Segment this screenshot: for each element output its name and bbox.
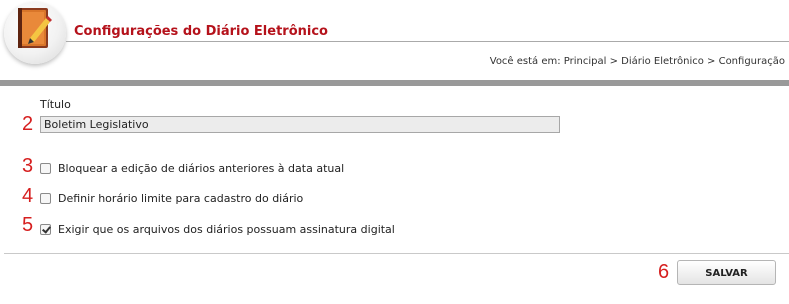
page-title: Configurações do Diário Eletrônico <box>74 24 328 39</box>
title-input[interactable] <box>40 116 560 133</box>
digital-signature-checkbox[interactable] <box>40 223 51 235</box>
annotation-4: 4 <box>22 185 34 207</box>
time-limit-label: Definir horário limite para cadastro do … <box>58 191 304 205</box>
time-limit-checkbox[interactable] <box>40 192 51 204</box>
book-pencil-icon <box>18 8 52 48</box>
lock-previous-checkbox[interactable] <box>40 162 51 174</box>
annotation-6: 6 <box>658 261 670 283</box>
digital-signature-label: Exigir que os arquivos dos diários possu… <box>58 222 395 236</box>
page-header: Configurações do Diário Eletrônico Você … <box>0 0 789 80</box>
title-divider <box>66 41 789 42</box>
option-time-limit[interactable]: Definir horário limite para cadastro do … <box>40 190 303 206</box>
app-logo <box>4 2 66 64</box>
title-field-label: Título <box>40 98 71 111</box>
option-digital-signature[interactable]: Exigir que os arquivos dos diários possu… <box>40 221 395 237</box>
breadcrumb: Você está em: Principal > Diário Eletrôn… <box>489 56 785 67</box>
lock-previous-label: Bloquear a edição de diários anteriores … <box>58 161 345 175</box>
annotation-3: 3 <box>22 155 34 177</box>
header-bar <box>0 80 789 86</box>
annotation-2: 2 <box>22 113 34 135</box>
form-divider <box>4 253 789 254</box>
option-lock-previous[interactable]: Bloquear a edição de diários anteriores … <box>40 160 344 176</box>
annotation-5: 5 <box>22 214 34 236</box>
save-button[interactable]: SALVAR <box>677 260 776 285</box>
